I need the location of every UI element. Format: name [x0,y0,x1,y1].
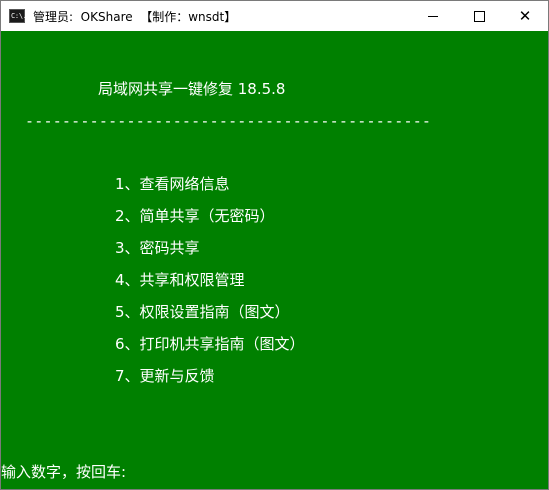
console-window: C:\. 管理员: OKShare 【制作：wnsdt】 ✕ 局域网共享一键修复… [0,0,549,490]
window-title: 管理员: OKShare 【制作：wnsdt】 [33,10,237,24]
console-app-icon[interactable]: C:\. [9,9,27,23]
menu-item-permission-guide: 5、权限设置指南（图文） [115,303,290,321]
menu-item-share-permissions: 4、共享和权限管理 [115,271,245,289]
close-icon: ✕ [518,7,532,25]
input-prompt[interactable]: 输入数字，按回车: [1,462,126,482]
maximize-button[interactable] [456,1,502,31]
menu-item-printer-guide: 6、打印机共享指南（图文） [115,335,305,353]
maximize-icon [473,10,485,22]
title-bar[interactable]: C:\. 管理员: OKShare 【制作：wnsdt】 ✕ [1,1,548,31]
console-output-area[interactable]: 局域网共享一键修复 18.5.8 -----------------------… [1,31,548,489]
menu-item-update-feedback: 7、更新与反馈 [115,367,215,385]
menu-item-password-share: 3、密码共享 [115,239,200,257]
minimize-button[interactable] [410,1,456,31]
minimize-icon [428,15,438,17]
separator-line: ----------------------------------------… [25,112,432,130]
close-button[interactable]: ✕ [502,1,548,31]
menu-item-simple-share: 2、简单共享（无密码） [115,207,275,225]
app-title: 局域网共享一键修复 18.5.8 [98,80,286,98]
menu-item-network-info: 1、查看网络信息 [115,175,230,193]
